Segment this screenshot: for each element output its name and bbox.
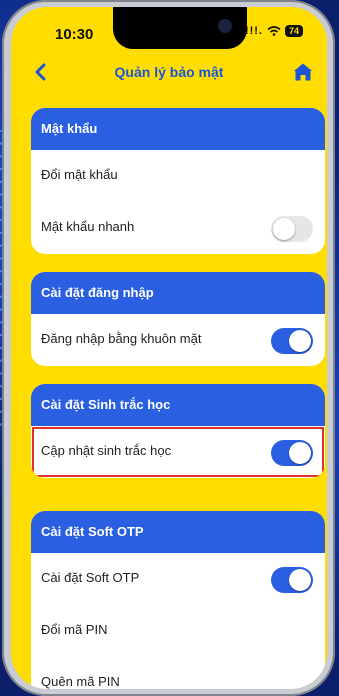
row-label: Quên mã PIN	[41, 674, 120, 689]
row-label: Đổi mật khẩu	[41, 167, 118, 182]
face-login-toggle[interactable]	[271, 328, 313, 354]
update-biometric-row: Cập nhật sinh trắc học	[31, 426, 325, 478]
change-password-row[interactable]: Đổi mật khẩu	[31, 150, 325, 202]
row-label: Cài đặt Soft OTP	[41, 570, 140, 585]
section-header: Cài đặt Sinh trắc học	[31, 384, 325, 426]
front-camera	[218, 19, 232, 33]
section-login-settings: Cài đặt đăng nhập Đăng nhập bằng khuôn m…	[31, 272, 325, 366]
battery-icon: 74	[284, 25, 303, 37]
update-biometric-toggle[interactable]	[271, 440, 313, 466]
row-label: Đăng nhập bằng khuôn mặt	[41, 331, 202, 346]
face-login-row: Đăng nhập bằng khuôn mặt	[31, 314, 325, 366]
status-indicators: !!!. 74	[245, 25, 303, 37]
signal-icon: !!!.	[244, 25, 263, 37]
status-bar: 10:30 !!!. 74	[11, 7, 327, 51]
section-soft-otp: Cài đặt Soft OTP Cài đặt Soft OTP Đổi mã…	[31, 511, 325, 689]
nav-bar: Quản lý bảo mật	[11, 55, 327, 91]
row-label: Đổi mã PIN	[41, 622, 108, 637]
status-time: 10:30	[55, 26, 94, 43]
soft-otp-row: Cài đặt Soft OTP	[31, 553, 325, 605]
section-password: Mật khẩu Đổi mật khẩu Mật khẩu nhanh	[31, 108, 325, 254]
section-header: Cài đặt đăng nhập	[31, 272, 325, 314]
page-title: Quản lý bảo mật	[114, 64, 224, 80]
app-screen: 10:30 !!!. 74 Quản lý bảo mật Mật khẩu Đ…	[11, 7, 327, 689]
change-pin-row[interactable]: Đổi mã PIN	[31, 605, 325, 657]
section-biometric-settings: Cài đặt Sinh trắc học Cập nhật sinh trắc…	[31, 384, 325, 478]
toggle-knob	[289, 330, 311, 352]
quick-password-toggle[interactable]	[271, 216, 313, 242]
soft-otp-toggle[interactable]	[271, 567, 313, 593]
toggle-knob	[273, 218, 295, 240]
quick-password-row: Mật khẩu nhanh	[31, 202, 325, 254]
row-label: Mật khẩu nhanh	[41, 219, 135, 234]
phone-frame: 10:30 !!!. 74 Quản lý bảo mật Mật khẩu Đ…	[2, 0, 335, 696]
section-header: Mật khẩu	[31, 108, 325, 150]
toggle-knob	[289, 569, 311, 591]
row-label: Cập nhật sinh trắc học	[41, 443, 172, 458]
section-header: Cài đặt Soft OTP	[31, 511, 325, 553]
toggle-knob	[289, 442, 311, 464]
forgot-pin-row[interactable]: Quên mã PIN	[31, 657, 325, 689]
home-icon[interactable]	[293, 62, 313, 82]
notch	[113, 7, 247, 49]
wifi-icon	[267, 26, 281, 36]
